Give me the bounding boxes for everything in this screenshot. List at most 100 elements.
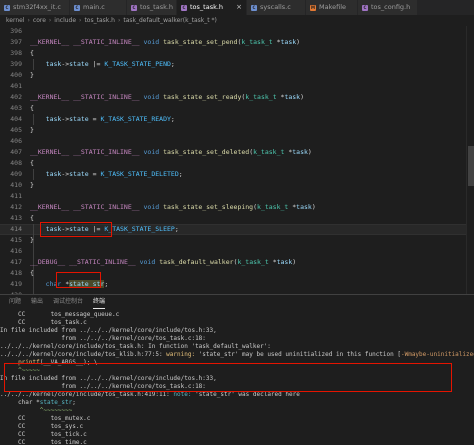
line-number: 398: [10, 49, 22, 57]
line-number: 400: [10, 71, 22, 79]
tab-label: tos_config.h: [371, 3, 411, 11]
panel-tabs: 问题 输出 调试控制台 终端: [0, 295, 474, 309]
line-number: 399: [10, 60, 22, 68]
terminal-panel: 问题 输出 调试控制台 终端 CC tos_time.c CC tos_tick.c …: [0, 294, 474, 445]
tab-label: Makefile: [319, 3, 347, 11]
line-number: 406: [10, 137, 22, 145]
code-line: 402 __KERNEL__ __STATIC_INLINE__ void tas…: [0, 92, 474, 103]
line-number: 419: [10, 280, 22, 288]
code-line: 416: [0, 246, 474, 257]
code-line: 412 __KERNEL__ __STATIC_INLINE__ void tas…: [0, 202, 474, 213]
code-text: task->state = K_TASK_STATE_READY;: [45, 115, 175, 123]
code-text: task->state |= K_TASK_STATE_PEND;: [45, 60, 175, 68]
terminal-line: CC tos_time.c: [0, 439, 87, 445]
tab-label: main.c: [83, 3, 105, 11]
line-number: 416: [10, 247, 22, 255]
terminal-line: CC tos_tick.c: [0, 431, 87, 438]
highlight-box-declaration: [40, 222, 112, 237]
code-line: 400}: [0, 70, 474, 81]
code-line: 404 task->state = K_TASK_STATE_READY;: [0, 114, 474, 125]
breadcrumb-item[interactable]: core: [33, 17, 46, 24]
code-line: 409 task->state = K_TASK_STATE_DELETED;: [0, 169, 474, 180]
code-text: }: [30, 71, 34, 79]
terminal-line: ../../../kernel/core/include/tos_task.h:…: [0, 343, 271, 350]
terminal-line: from ../../../kernel/core/tos_task.c:18:: [0, 335, 206, 342]
line-number: 408: [10, 159, 22, 167]
terminal-line: CC tos_task.c: [0, 319, 87, 326]
code-text: {: [30, 159, 34, 167]
file-type-icon: C: [362, 5, 368, 11]
line-number: 415: [10, 236, 22, 244]
line-number: 397: [10, 38, 22, 46]
line-number: 409: [10, 170, 22, 178]
chevron-right-icon: ›: [27, 17, 30, 24]
tab-syscalls-c[interactable]: Csyscalls.c: [247, 0, 306, 15]
tab-label: syscalls.c: [260, 3, 291, 11]
line-number: 407: [10, 148, 22, 156]
code-line: 401: [0, 81, 474, 92]
code-line: 398 {: [0, 48, 474, 59]
line-number: 401: [10, 82, 22, 90]
tab-makefile[interactable]: M Makefile: [306, 0, 358, 15]
terminal-line: CC tos_message_queue.c: [0, 311, 120, 318]
breadcrumb-item[interactable]: include: [54, 17, 76, 24]
close-icon[interactable]: ×: [236, 0, 242, 15]
code-text: }: [30, 126, 34, 134]
tab-tos-task-h[interactable]: Ctos_task.h: [127, 0, 177, 15]
code-text: __KERNEL__ __STATIC_INLINE__ void task_s…: [30, 93, 305, 101]
code-text: {: [30, 269, 34, 277]
tab-stm32f4xx-it-c[interactable]: Cstm32f4xx_it.c: [0, 0, 70, 15]
panel-tab[interactable]: 问题: [9, 295, 21, 309]
panel-tab[interactable]: 终端: [93, 295, 106, 309]
code-text: __KERNEL__ __STATIC_INLINE__ void task_s…: [30, 203, 316, 211]
code-line: 410}: [0, 180, 474, 191]
line-number: 414: [10, 225, 22, 233]
file-type-icon: C: [181, 5, 187, 11]
terminal-line: CC tos_sys.c: [0, 423, 84, 430]
line-number: 402: [10, 93, 22, 101]
line-number: 405: [10, 126, 22, 134]
panel-tab[interactable]: 调试控制台: [53, 295, 83, 309]
line-number: 413: [10, 214, 22, 222]
code-text: {: [30, 49, 34, 57]
code-line: 403 {: [0, 103, 474, 114]
tab-label: tos_task.h: [190, 3, 224, 11]
code-text: }: [30, 236, 34, 244]
tab-tos-config-h[interactable]: Ctos_config.h: [358, 0, 418, 15]
scrollbar-thumb[interactable]: [468, 146, 474, 186]
terminal-output[interactable]: CC tos_time.c CC tos_tick.c CC tos_sys.c…: [0, 310, 474, 445]
editor-tab-bar: Cstm32f4xx_it.c Cmain.c Ctos_task.h Ctos_ta…: [0, 0, 474, 15]
editor-scrollbar[interactable]: [466, 26, 474, 294]
highlight-box-assignment: [56, 272, 101, 288]
code-editor[interactable]: 396 397 __KERNEL__ __STATIC_INLINE__ void …: [0, 26, 474, 294]
code-text: {: [30, 214, 34, 222]
code-text: }: [30, 181, 34, 189]
line-number: 417: [10, 258, 22, 266]
panel-tab[interactable]: 输出: [31, 295, 43, 309]
code-line: 405}: [0, 125, 474, 136]
terminal-line: char *state_str;: [0, 399, 76, 406]
terminal-line: In file included from ../../../kernel/co…: [0, 327, 217, 334]
code-line: 407 __KERNEL__ __STATIC_INLINE__ void tas…: [0, 147, 474, 158]
code-line: 417 __DEBUG__ __STATIC_INLINE__ void task…: [0, 257, 474, 268]
code-line: 411: [0, 191, 474, 202]
tab-main-c[interactable]: Cmain.c: [70, 0, 127, 15]
code-line: 396: [0, 26, 474, 37]
line-number: 411: [10, 192, 22, 200]
tab-label: tos_task.h: [140, 3, 174, 11]
file-type-icon: C: [131, 5, 137, 11]
line-number: 403: [10, 104, 22, 112]
breadcrumb-item[interactable]: kernel: [6, 17, 24, 24]
line-number: 410: [10, 181, 22, 189]
code-line: 406: [0, 136, 474, 147]
highlight-box-warning: [4, 363, 452, 392]
breadcrumb-item[interactable]: task_default_walker(k_task_t *): [123, 17, 216, 24]
code-text: {: [30, 104, 34, 112]
tab-tos-task-h[interactable]: Ctos_task.h ×: [177, 0, 247, 15]
line-number: 418: [10, 269, 22, 277]
code-text: __DEBUG__ __STATIC_INLINE__ void task_de…: [30, 258, 297, 266]
file-type-icon: M: [310, 5, 316, 11]
breadcrumb-item[interactable]: tos_task.h: [84, 17, 115, 24]
code-text: task->state = K_TASK_STATE_DELETED;: [45, 170, 183, 178]
terminal-line: ^~~~~~~~~: [39, 407, 73, 414]
